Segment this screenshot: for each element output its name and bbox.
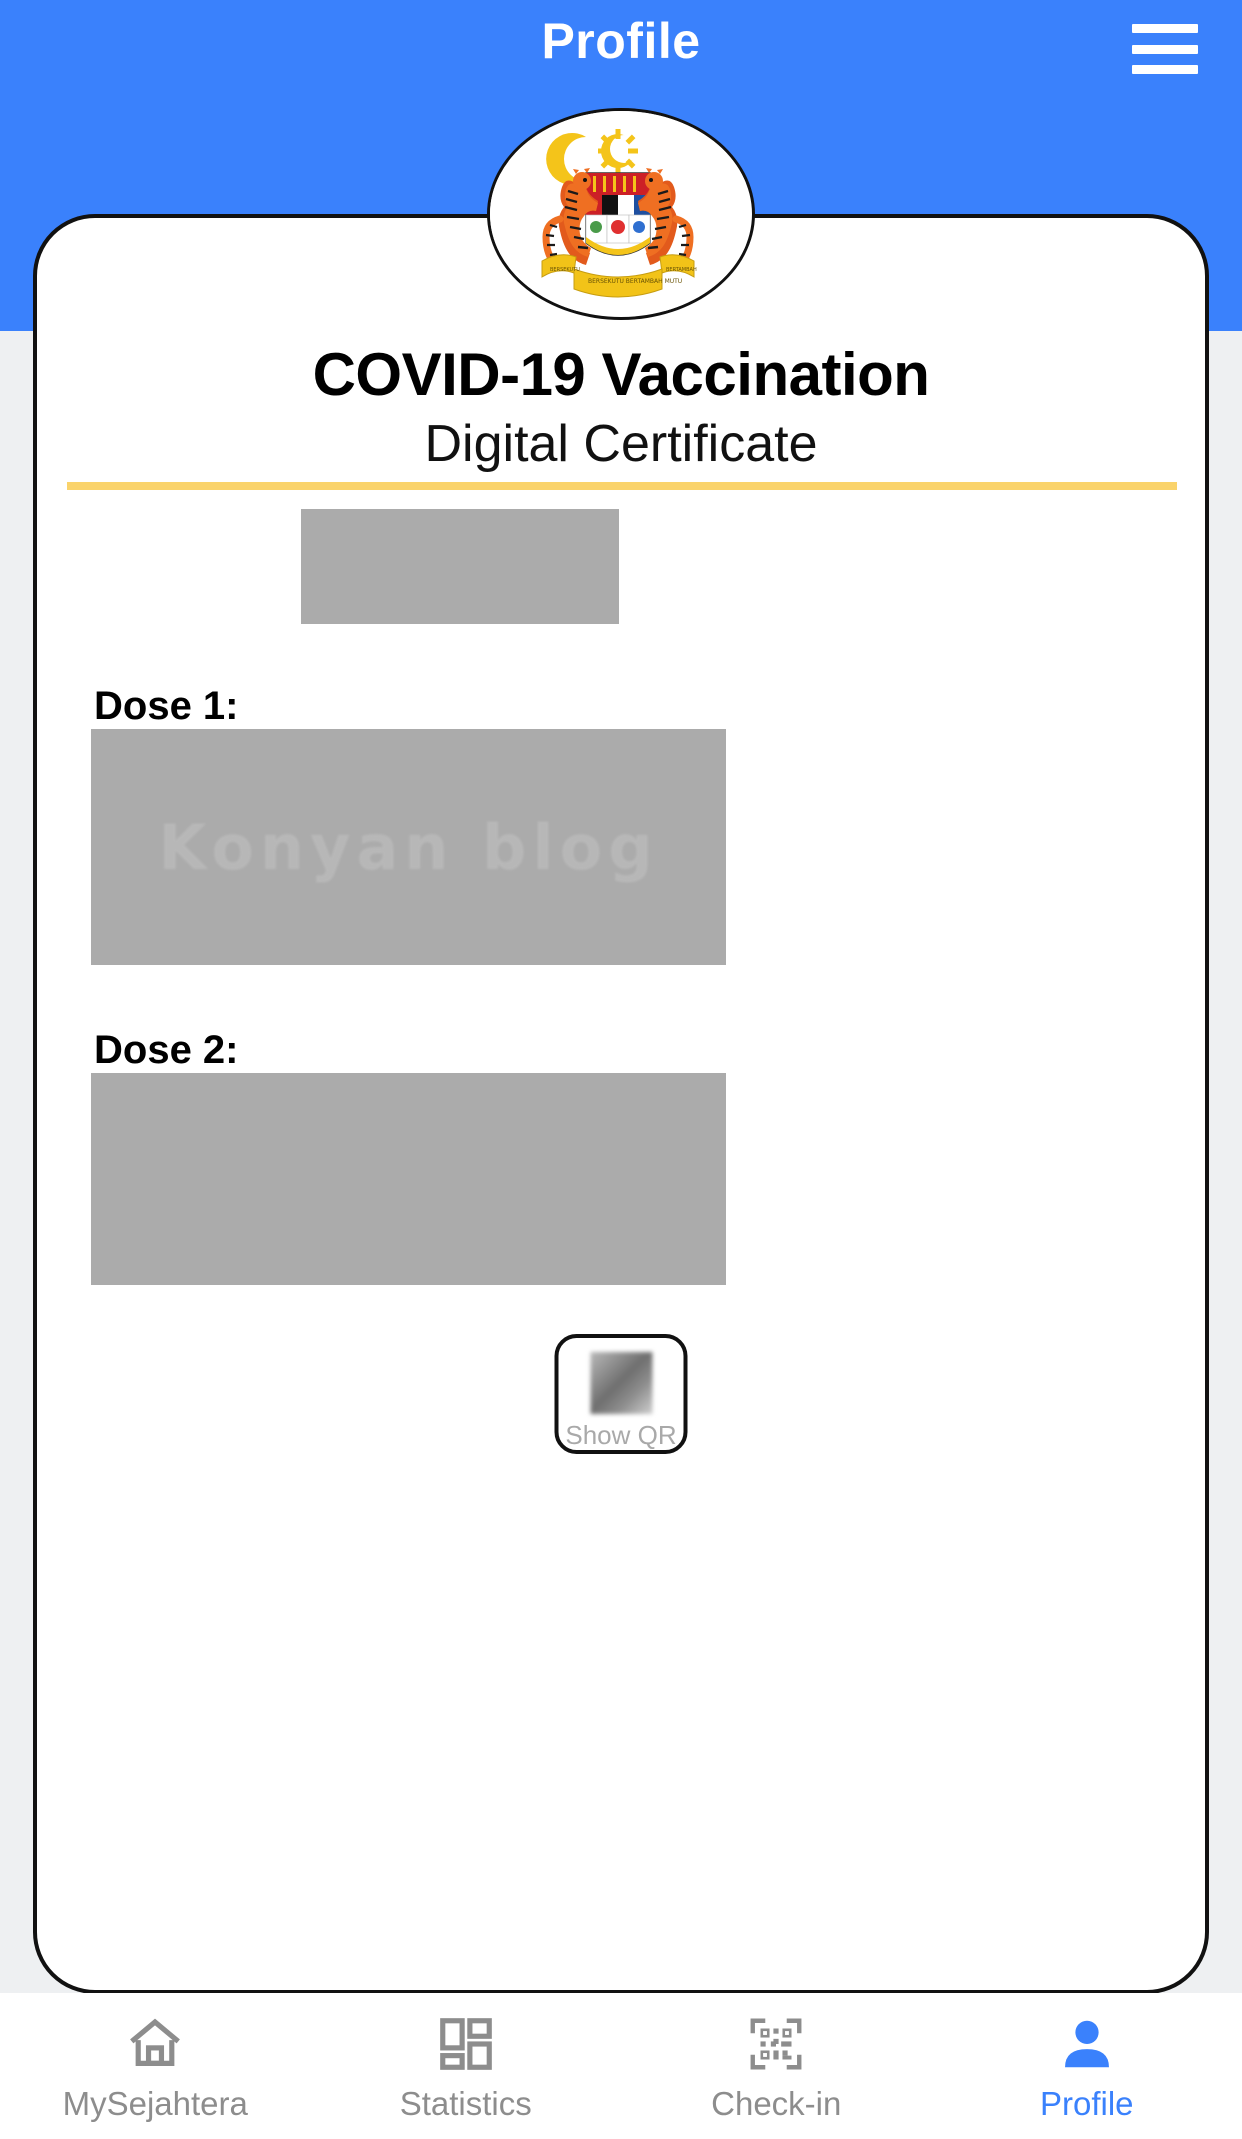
person-icon (1064, 2020, 1109, 2067)
hamburger-bar-2 (1132, 44, 1198, 54)
nav-item-mysejahtera[interactable]: MySejahtera (0, 1993, 311, 2139)
dose-1-label: Dose 1: (94, 684, 239, 728)
redacted-name-field (301, 509, 619, 624)
dose-2-label: Dose 2: (94, 1028, 239, 1072)
nav-label-profile: Profile (1039, 2084, 1134, 2122)
home-icon (130, 2018, 181, 2066)
svg-text:BERSEKUTU BERTAMBAH MUTU: BERSEKUTU BERTAMBAH MUTU (588, 278, 682, 285)
show-qr-label: Show QR (565, 1420, 677, 1450)
redacted-dose-1-details: Konyan blog (91, 729, 726, 965)
nav-label-mysejahtera: MySejahtera (62, 2084, 248, 2122)
malaysia-coat-of-arms: BERSEKUTU BERTAMBAH BERSEKUTU BERTAMBAH … (487, 108, 755, 320)
nav-item-statistics[interactable]: Statistics (311, 1993, 622, 2139)
watermark-text: Konyan blog (158, 810, 659, 884)
bottom-navigation-bar: MySejahtera Statistics Check-in Profile (0, 1993, 1242, 2139)
qr-code-icon (590, 1352, 652, 1414)
certificate-title: COVID-19 Vaccination (312, 341, 930, 408)
nav-item-checkin[interactable]: Check-in (621, 1993, 932, 2139)
nav-label-statistics: Statistics (399, 2084, 532, 2122)
svg-text:BERTAMBAH: BERTAMBAH (666, 267, 697, 273)
app-root: Profile COVID-19 Vaccination Digital Cer… (0, 0, 1242, 2139)
show-qr-button[interactable]: Show QR (554, 1334, 688, 1454)
hamburger-bar-3 (1132, 65, 1198, 74)
nav-label-checkin: Check-in (711, 2084, 842, 2122)
nav-item-profile[interactable]: Profile (932, 1993, 1242, 2139)
hamburger-bar-1 (1132, 24, 1198, 33)
redacted-dose-2-details (91, 1073, 726, 1285)
svg-text:BERSEKUTU: BERSEKUTU (550, 267, 580, 273)
certificate-content: COVID-19 Vaccination Digital Certificate… (37, 218, 1205, 1990)
certificate-subtitle: Digital Certificate (424, 415, 818, 473)
vaccination-certificate-card: COVID-19 Vaccination Digital Certificate… (33, 214, 1209, 1994)
gold-divider (67, 482, 1177, 490)
qr-scan-icon (750, 2018, 802, 2069)
grid-dashboard-icon (439, 2017, 492, 2070)
hamburger-menu-icon[interactable] (1132, 18, 1198, 74)
page-title: Profile (541, 13, 701, 69)
